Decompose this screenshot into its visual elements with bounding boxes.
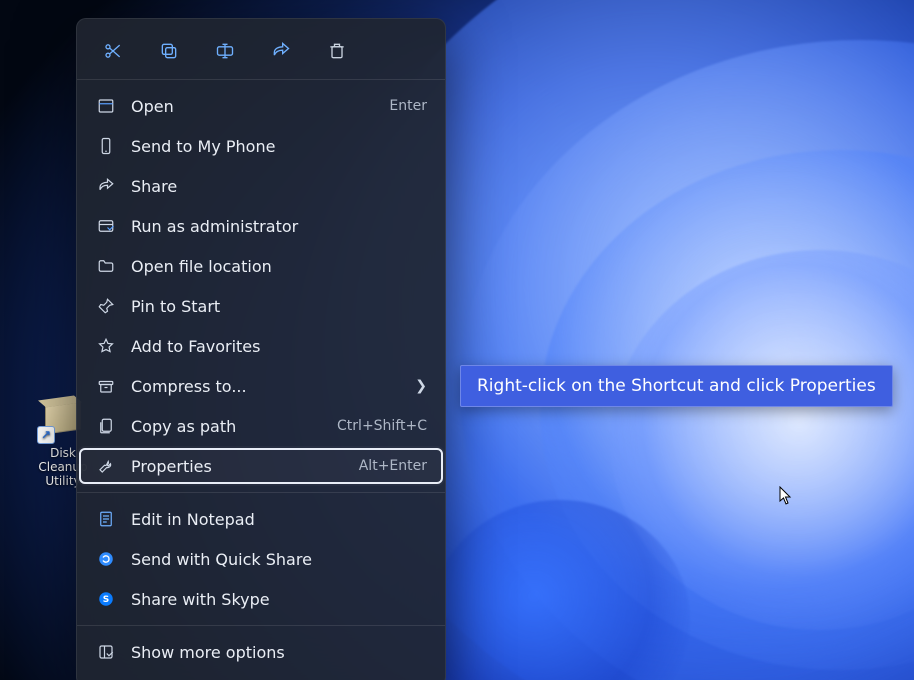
menu-item-label: Open file location xyxy=(131,257,427,276)
menu-item-label: Pin to Start xyxy=(131,297,427,316)
copy-button[interactable] xyxy=(155,37,183,65)
context-menu: Open Enter Send to My Phone Share Run as… xyxy=(76,18,446,680)
menu-item-run-as-administrator[interactable]: Run as administrator xyxy=(77,206,445,246)
pin-icon xyxy=(95,295,117,317)
rename-button[interactable] xyxy=(211,37,239,65)
menu-item-compress-to[interactable]: Compress to... ❯ xyxy=(77,366,445,406)
menu-item-accel: Ctrl+Shift+C xyxy=(337,418,427,434)
menu-item-accel: Alt+Enter xyxy=(359,458,427,474)
menu-item-share[interactable]: Share xyxy=(77,166,445,206)
shortcut-overlay-arrow-icon: ↗ xyxy=(37,426,55,444)
more-options-icon xyxy=(95,641,117,663)
menu-separator xyxy=(77,625,445,626)
menu-item-accel: Enter xyxy=(389,98,427,114)
skype-icon: S xyxy=(95,588,117,610)
menu-item-properties[interactable]: Properties Alt+Enter xyxy=(77,446,445,486)
menu-item-pin-to-start[interactable]: Pin to Start xyxy=(77,286,445,326)
share-arrow-icon xyxy=(271,41,291,61)
menu-item-send-with-quick-share[interactable]: Send with Quick Share xyxy=(77,539,445,579)
menu-item-label: Add to Favorites xyxy=(131,337,427,356)
chevron-right-icon: ❯ xyxy=(405,378,427,394)
menu-item-label: Show more options xyxy=(131,643,427,662)
quick-action-row xyxy=(77,19,445,80)
notepad-icon xyxy=(95,508,117,530)
folder-icon xyxy=(95,255,117,277)
menu-separator xyxy=(77,492,445,493)
menu-item-label: Properties xyxy=(131,457,359,476)
svg-text:S: S xyxy=(103,595,109,605)
menu-item-share-with-skype[interactable]: S Share with Skype xyxy=(77,579,445,619)
trash-icon xyxy=(327,41,347,61)
delete-button[interactable] xyxy=(323,37,351,65)
menu-item-copy-as-path[interactable]: Copy as path Ctrl+Shift+C xyxy=(77,406,445,446)
window-icon xyxy=(95,95,117,117)
cut-button[interactable] xyxy=(99,37,127,65)
copy-path-icon xyxy=(95,415,117,437)
menu-item-label: Edit in Notepad xyxy=(131,510,427,529)
menu-item-label: Copy as path xyxy=(131,417,337,436)
share-action-button[interactable] xyxy=(267,37,295,65)
scissors-icon xyxy=(103,41,123,61)
menu-item-label: Run as administrator xyxy=(131,217,427,236)
menu-item-edit-in-notepad[interactable]: Edit in Notepad xyxy=(77,499,445,539)
shield-icon xyxy=(95,215,117,237)
menu-item-open-file-location[interactable]: Open file location xyxy=(77,246,445,286)
quick-share-icon xyxy=(95,548,117,570)
star-icon xyxy=(95,335,117,357)
menu-item-open[interactable]: Open Enter xyxy=(77,86,445,126)
menu-item-show-more-options[interactable]: Show more options xyxy=(77,632,445,672)
menu-item-label: Share xyxy=(131,177,427,196)
share-icon xyxy=(95,175,117,197)
phone-icon xyxy=(95,135,117,157)
wrench-icon xyxy=(95,455,117,477)
menu-item-label: Share with Skype xyxy=(131,590,427,609)
copy-icon xyxy=(159,41,179,61)
menu-item-label: Compress to... xyxy=(131,377,405,396)
rename-icon xyxy=(215,41,235,61)
menu-item-send-to-phone[interactable]: Send to My Phone xyxy=(77,126,445,166)
menu-item-label: Send with Quick Share xyxy=(131,550,427,569)
menu-item-label: Send to My Phone xyxy=(131,137,427,156)
archive-icon xyxy=(95,375,117,397)
instruction-callout: Right-click on the Shortcut and click Pr… xyxy=(460,365,893,407)
menu-item-add-to-favorites[interactable]: Add to Favorites xyxy=(77,326,445,366)
menu-item-label: Open xyxy=(131,97,389,116)
